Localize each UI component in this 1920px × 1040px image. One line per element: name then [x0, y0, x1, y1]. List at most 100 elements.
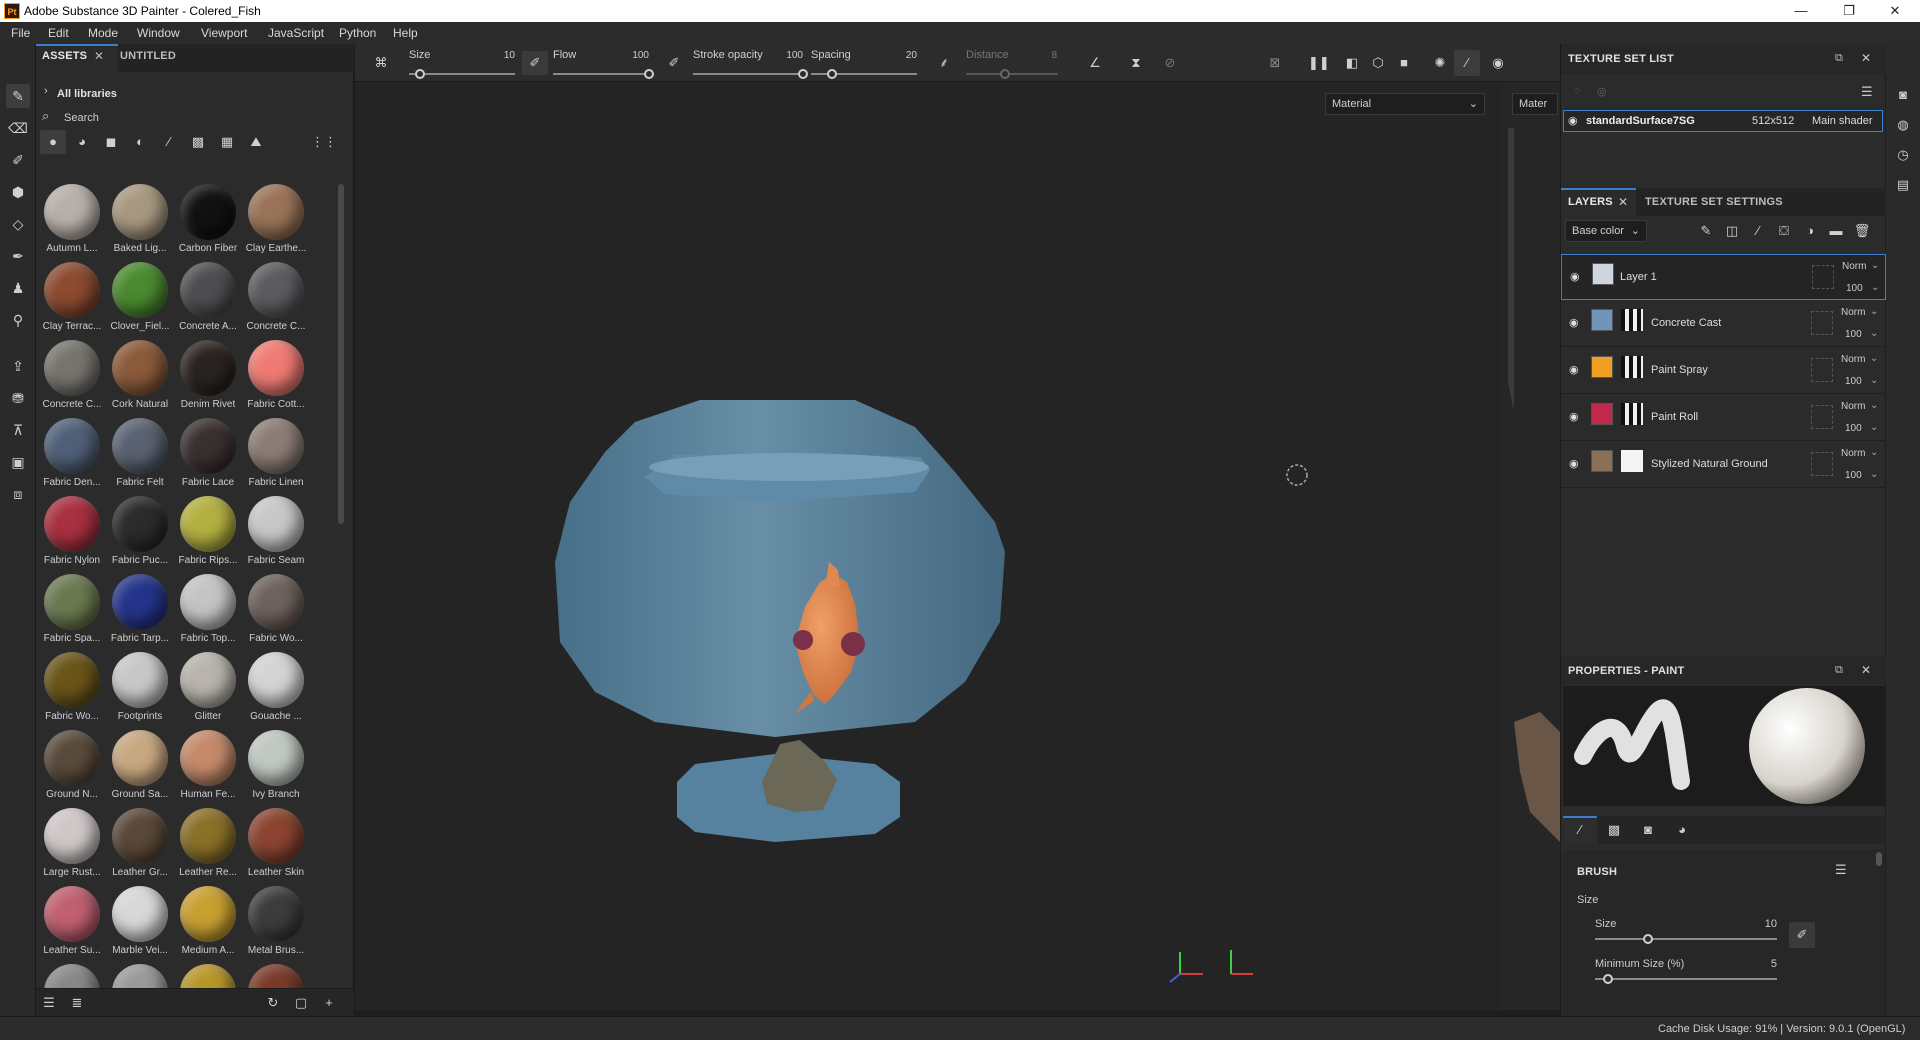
material-thumbnail[interactable]: Large Rust...: [38, 806, 106, 884]
texture-set-row[interactable]: ◉ standardSurface7SG 512x512 Main shader: [1563, 110, 1883, 132]
undock-icon[interactable]: ⧉: [1835, 52, 1843, 65]
export-icon[interactable]: ⇪: [6, 354, 30, 378]
distance-slider-knob[interactable]: [1000, 69, 1010, 79]
material-thumbnail[interactable]: Fabric Felt: [106, 416, 174, 494]
layer-opacity[interactable]: 100: [1846, 283, 1863, 294]
texture-set-menu-icon[interactable]: ☰: [1861, 84, 1873, 100]
brush-pressure-icon[interactable]: ✐: [1793, 926, 1811, 944]
material-thumbnail[interactable]: Leather Su...: [38, 884, 106, 962]
opacity-chevron-icon[interactable]: ⌄: [1870, 422, 1878, 433]
add-mask-icon[interactable]: ◑: [1801, 222, 1819, 240]
size-value[interactable]: 10: [497, 50, 515, 61]
lazy-mouse-icon[interactable]: ⸙: [935, 54, 953, 72]
material-thumbnail[interactable]: Fabric Rips...: [174, 494, 242, 572]
layer-row[interactable]: ◉ Paint Spray Norm ⌄ 100 ⌄: [1561, 348, 1886, 394]
flow-slider-track[interactable]: [553, 73, 649, 75]
maximize-button[interactable]: ❐: [1826, 0, 1872, 22]
screenshot-icon[interactable]: ◉: [1489, 54, 1507, 72]
close-window-button[interactable]: ✕: [1872, 0, 1918, 22]
min-size-track[interactable]: [1595, 978, 1777, 980]
smudge-icon[interactable]: ✒: [6, 244, 30, 268]
shader-settings-icon[interactable]: ⧈: [6, 482, 30, 506]
material-thumbnail[interactable]: Fabric Tarp...: [106, 572, 174, 650]
minimize-button[interactable]: —: [1778, 0, 1824, 22]
add-paint-layer-icon[interactable]: ∕: [1749, 222, 1767, 240]
search-input[interactable]: Search: [64, 112, 99, 124]
material-thumbnail[interactable]: Clay Terrac...: [38, 260, 106, 338]
material-thumbnail[interactable]: Fabric Spa...: [38, 572, 106, 650]
layer-row[interactable]: ◉ Layer 1 Norm ⌄ 100 ⌄: [1561, 254, 1886, 300]
opacity-chevron-icon[interactable]: ⌄: [1870, 375, 1878, 386]
menu-help[interactable]: Help: [393, 26, 418, 40]
material-thumbnail[interactable]: Fabric Seam: [242, 494, 310, 572]
material-thumbnail[interactable]: Fabric Linen: [242, 416, 310, 494]
cube-view-icon[interactable]: ⬡: [1369, 54, 1387, 72]
spacing-value[interactable]: 20: [899, 50, 917, 61]
material-thumbnail[interactable]: Fabric Den...: [38, 416, 106, 494]
layer-opacity[interactable]: 100: [1845, 376, 1862, 387]
filter-environments-icon[interactable]: ⛰: [247, 133, 265, 151]
material-thumbnail[interactable]: Baked Lig...: [106, 182, 174, 260]
symmetry-settings-icon[interactable]: ⊘: [1161, 54, 1179, 72]
brush-preset-icon[interactable]: ⌘: [372, 54, 390, 72]
chevron-right-icon[interactable]: ›: [44, 85, 48, 97]
add-icon[interactable]: +: [320, 994, 338, 1012]
stroke-opacity-slider-knob[interactable]: [798, 69, 808, 79]
menu-python[interactable]: Python: [339, 26, 376, 40]
layer-blend-mode[interactable]: Norm: [1841, 354, 1865, 365]
tab-layers[interactable]: LAYERS: [1568, 196, 1613, 208]
add-effect-icon[interactable]: ✎: [1697, 222, 1715, 240]
menu-javascript[interactable]: JavaScript: [268, 26, 324, 40]
eye-dim-icon[interactable]: ◎: [1597, 85, 1607, 98]
refresh-icon[interactable]: ↻: [264, 994, 282, 1012]
size-slider-knob[interactable]: [414, 69, 425, 79]
visibility-off-icon[interactable]: ◌: [1573, 85, 1580, 97]
size-slider-track[interactable]: [409, 73, 515, 75]
material-thumbnail[interactable]: Ivy Branch: [242, 728, 310, 806]
material-thumbnail[interactable]: Fabric Cott...: [242, 338, 310, 416]
material-thumbnail[interactable]: Clay Earthe...: [242, 182, 310, 260]
paint-brush-icon[interactable]: ✎: [6, 84, 30, 108]
uv-viewport[interactable]: Mater: [1500, 82, 1560, 1010]
layer-blend-mode[interactable]: Norm: [1841, 448, 1865, 459]
paint-mode-icon[interactable]: ∕: [1458, 54, 1476, 72]
filter-masks-icon[interactable]: ◼: [102, 133, 120, 151]
assets-scrollbar[interactable]: [338, 184, 344, 524]
close-tab-icon[interactable]: ✕: [94, 49, 104, 63]
blend-chevron-icon[interactable]: ⌄: [1870, 400, 1878, 411]
material-thumbnail[interactable]: Human Fe...: [174, 728, 242, 806]
filter-textures-icon[interactable]: ▦: [218, 133, 236, 151]
material-thumbnail[interactable]: Autumn L...: [38, 182, 106, 260]
all-libraries-label[interactable]: All libraries: [57, 88, 117, 100]
layer-row[interactable]: ◉ Stylized Natural Ground Norm ⌄ 100 ⌄: [1561, 442, 1886, 488]
filter-alphas-icon[interactable]: ▩: [189, 133, 207, 151]
filter-materials-icon[interactable]: ●: [44, 133, 62, 151]
material-thumbnail[interactable]: Metal Brus...: [242, 884, 310, 962]
brush-size-knob[interactable]: [1643, 934, 1653, 944]
delete-layer-icon[interactable]: 🗑: [1853, 222, 1871, 240]
material-thumbnail[interactable]: Carbon Fiber: [174, 182, 242, 260]
shader-icon[interactable]: ◍: [1894, 116, 1912, 134]
angle-icon[interactable]: ∠: [1086, 54, 1104, 72]
menu-viewport[interactable]: Viewport: [201, 26, 247, 40]
layer-opacity[interactable]: 100: [1845, 423, 1862, 434]
camera-view-icon[interactable]: ◙: [1894, 86, 1912, 104]
properties-scrollbar[interactable]: [1876, 852, 1882, 866]
layer-blend-mode[interactable]: Norm: [1841, 401, 1865, 412]
material-thumbnail[interactable]: Glitter: [174, 650, 242, 728]
distance-value[interactable]: 8: [1045, 50, 1057, 61]
material-thumbnail[interactable]: Fabric Nylon: [38, 494, 106, 572]
min-size-knob[interactable]: [1603, 974, 1613, 984]
import-folder-icon[interactable]: ▢: [292, 994, 310, 1012]
material-thumbnail[interactable]: Fabric Wo...: [38, 650, 106, 728]
brush-menu-icon[interactable]: ☰: [1835, 862, 1847, 878]
measure-icon[interactable]: ⊼: [6, 418, 30, 442]
stencil-tab-icon[interactable]: ◙: [1639, 821, 1657, 839]
layer-blend-mode[interactable]: Norm: [1841, 307, 1865, 318]
material-thumbnail[interactable]: Footprints: [106, 650, 174, 728]
material-thumbnail[interactable]: Concrete C...: [242, 260, 310, 338]
pause-icon[interactable]: ❚❚: [1308, 54, 1330, 72]
layer-opacity[interactable]: 100: [1845, 470, 1862, 481]
list-settings-icon[interactable]: ☰: [40, 994, 58, 1012]
blend-chevron-icon[interactable]: ⌄: [1870, 447, 1878, 458]
